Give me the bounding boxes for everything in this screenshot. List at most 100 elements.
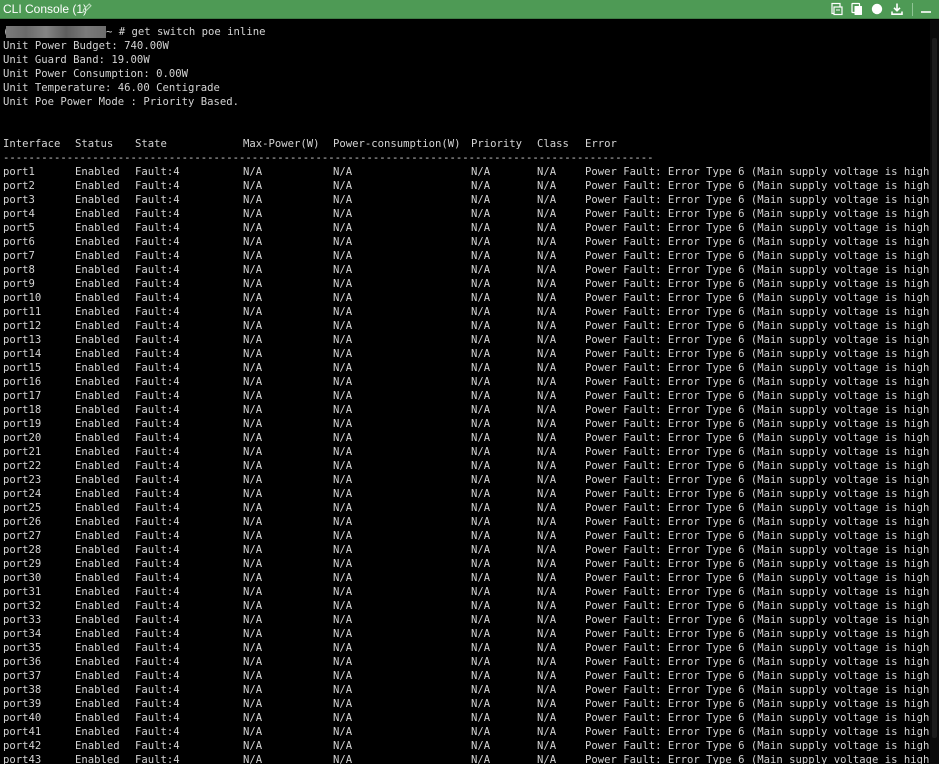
cell-interface: port24 bbox=[3, 488, 42, 500]
console-output[interactable]: ( ~ # get switch poe inline Unit Power B… bbox=[0, 20, 930, 764]
cell-state: Fault:4 bbox=[135, 530, 180, 542]
table-row: port3 Enabled Fault:4 N/A N/A N/A N/A Power Fau… bbox=[0, 193, 930, 207]
table-row: port23 Enabled Fault:4 N/A N/A N/A N/A Power Fa… bbox=[0, 473, 930, 487]
cell-priority: N/A bbox=[471, 404, 491, 416]
cell-error: Power Fault: Error Type 6 (Main supply v… bbox=[585, 236, 930, 248]
table-row: port22 Enabled Fault:4 N/A N/A N/A N/A Power Fa… bbox=[0, 459, 930, 473]
cell-interface: port31 bbox=[3, 586, 42, 598]
cell-power-consumption: N/A bbox=[333, 194, 353, 206]
cell-status: Enabled bbox=[75, 250, 120, 262]
minimize-icon[interactable] bbox=[919, 2, 933, 16]
header-class: Class bbox=[537, 138, 569, 150]
cell-max-power: N/A bbox=[243, 516, 263, 528]
cell-power-consumption: N/A bbox=[333, 376, 353, 388]
cell-class: N/A bbox=[537, 516, 557, 528]
cell-state: Fault:4 bbox=[135, 362, 180, 374]
cell-interface: port1 bbox=[3, 166, 35, 178]
cell-priority: N/A bbox=[471, 208, 491, 220]
cell-interface: port8 bbox=[3, 264, 35, 276]
cell-max-power: N/A bbox=[243, 712, 263, 724]
cell-power-consumption: N/A bbox=[333, 446, 353, 458]
header-interface: Interface bbox=[3, 138, 61, 150]
cell-interface: port2 bbox=[3, 180, 35, 192]
cell-state: Fault:4 bbox=[135, 544, 180, 556]
cell-interface: port21 bbox=[3, 446, 42, 458]
table-row: port30 Enabled Fault:4 N/A N/A N/A N/A Power Fa… bbox=[0, 571, 930, 585]
table-row: port13 Enabled Fault:4 N/A N/A N/A N/A Power Fa… bbox=[0, 333, 930, 347]
cell-status: Enabled bbox=[75, 446, 120, 458]
cell-max-power: N/A bbox=[243, 166, 263, 178]
cell-error: Power Fault: Error Type 6 (Main supply v… bbox=[585, 348, 930, 360]
cell-class: N/A bbox=[537, 446, 557, 458]
cell-state: Fault:4 bbox=[135, 278, 180, 290]
cell-state: Fault:4 bbox=[135, 390, 180, 402]
table-row: port21 Enabled Fault:4 N/A N/A N/A N/A Power Fa… bbox=[0, 445, 930, 459]
cell-status: Enabled bbox=[75, 362, 120, 374]
cell-interface: port36 bbox=[3, 656, 42, 668]
copy-icon[interactable] bbox=[850, 2, 864, 16]
cell-priority: N/A bbox=[471, 754, 491, 764]
cell-priority: N/A bbox=[471, 432, 491, 444]
cell-priority: N/A bbox=[471, 236, 491, 248]
cell-priority: N/A bbox=[471, 446, 491, 458]
cell-status: Enabled bbox=[75, 712, 120, 724]
cell-class: N/A bbox=[537, 376, 557, 388]
cell-state: Fault:4 bbox=[135, 656, 180, 668]
cell-class: N/A bbox=[537, 390, 557, 402]
save-log-icon[interactable] bbox=[830, 2, 844, 16]
cell-max-power: N/A bbox=[243, 390, 263, 402]
console-scrollbar[interactable] bbox=[930, 20, 939, 764]
record-circle-icon[interactable] bbox=[870, 2, 884, 16]
cell-interface: port16 bbox=[3, 376, 42, 388]
cell-max-power: N/A bbox=[243, 726, 263, 738]
table-row: port6 Enabled Fault:4 N/A N/A N/A N/A Power Fau… bbox=[0, 235, 930, 249]
cell-state: Fault:4 bbox=[135, 516, 180, 528]
cell-error: Power Fault: Error Type 6 (Main supply v… bbox=[585, 446, 930, 458]
cell-error: Power Fault: Error Type 6 (Main supply v… bbox=[585, 502, 930, 514]
cell-class: N/A bbox=[537, 278, 557, 290]
cell-power-consumption: N/A bbox=[333, 488, 353, 500]
prompt-command: ~ # get switch poe inline bbox=[106, 26, 266, 38]
cell-class: N/A bbox=[537, 684, 557, 696]
cell-max-power: N/A bbox=[243, 642, 263, 654]
cell-interface: port37 bbox=[3, 670, 42, 682]
download-icon[interactable] bbox=[890, 2, 904, 16]
cell-interface: port27 bbox=[3, 530, 42, 542]
header-max-power: Max-Power(W) bbox=[243, 138, 320, 150]
cell-status: Enabled bbox=[75, 642, 120, 654]
table-row: port34 Enabled Fault:4 N/A N/A N/A N/A Power Fa… bbox=[0, 627, 930, 641]
cell-max-power: N/A bbox=[243, 432, 263, 444]
cell-class: N/A bbox=[537, 656, 557, 668]
cell-priority: N/A bbox=[471, 544, 491, 556]
cell-error: Power Fault: Error Type 6 (Main supply v… bbox=[585, 264, 930, 276]
cell-class: N/A bbox=[537, 194, 557, 206]
cell-interface: port28 bbox=[3, 544, 42, 556]
cell-class: N/A bbox=[537, 250, 557, 262]
scrollbar-thumb[interactable] bbox=[932, 38, 937, 738]
cell-status: Enabled bbox=[75, 684, 120, 696]
cell-class: N/A bbox=[537, 292, 557, 304]
cell-max-power: N/A bbox=[243, 460, 263, 472]
cell-class: N/A bbox=[537, 306, 557, 318]
cell-power-consumption: N/A bbox=[333, 572, 353, 584]
cell-max-power: N/A bbox=[243, 488, 263, 500]
cell-state: Fault:4 bbox=[135, 376, 180, 388]
cell-status: Enabled bbox=[75, 236, 120, 248]
cell-status: Enabled bbox=[75, 586, 120, 598]
cell-error: Power Fault: Error Type 6 (Main supply v… bbox=[585, 320, 930, 332]
table-row: port38 Enabled Fault:4 N/A N/A N/A N/A Power Fa… bbox=[0, 683, 930, 697]
cell-priority: N/A bbox=[471, 726, 491, 738]
cell-max-power: N/A bbox=[243, 600, 263, 612]
cell-priority: N/A bbox=[471, 278, 491, 290]
cell-max-power: N/A bbox=[243, 754, 263, 764]
table-row: port27 Enabled Fault:4 N/A N/A N/A N/A Power Fa… bbox=[0, 529, 930, 543]
table-row: port24 Enabled Fault:4 N/A N/A N/A N/A Power Fa… bbox=[0, 487, 930, 501]
edit-pencil-icon[interactable] bbox=[81, 2, 93, 14]
cell-power-consumption: N/A bbox=[333, 222, 353, 234]
cell-interface: port32 bbox=[3, 600, 42, 612]
cell-state: Fault:4 bbox=[135, 558, 180, 570]
cell-power-consumption: N/A bbox=[333, 684, 353, 696]
cell-interface: port15 bbox=[3, 362, 42, 374]
cell-state: Fault:4 bbox=[135, 712, 180, 724]
